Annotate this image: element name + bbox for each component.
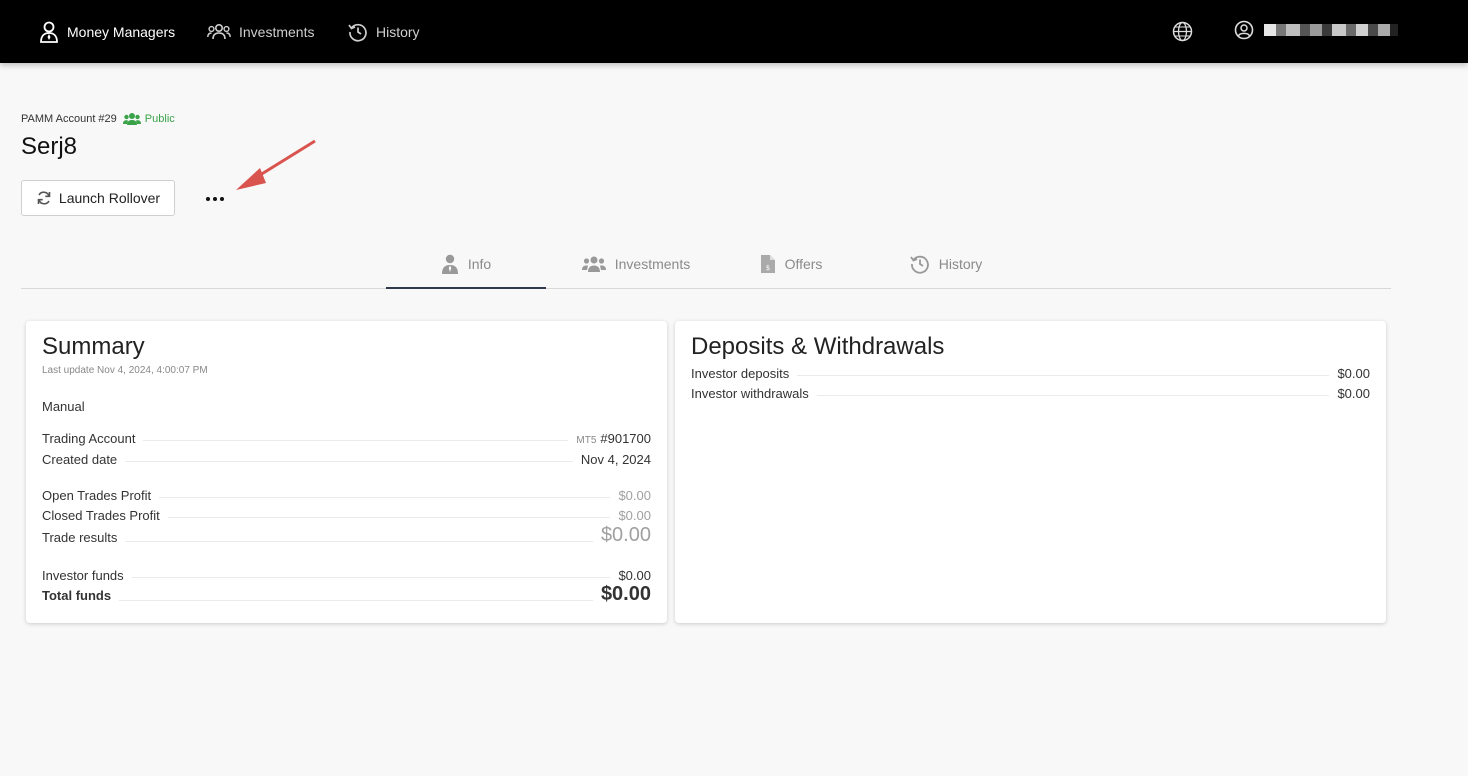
investor-withdrawals-row: Investor withdrawals $0.00 bbox=[691, 386, 1370, 401]
investor-funds-value: $0.00 bbox=[618, 568, 651, 583]
launch-rollover-label: Launch Rollover bbox=[58, 190, 161, 206]
trade-results-value: $0.00 bbox=[600, 524, 651, 546]
document-dollar-icon: $ bbox=[760, 255, 775, 273]
investor-deposits-label: Investor deposits bbox=[691, 366, 790, 381]
users-icon bbox=[581, 256, 606, 272]
history-icon bbox=[348, 23, 367, 42]
more-dot bbox=[206, 197, 210, 201]
investor-withdrawals-label: Investor withdrawals bbox=[691, 386, 809, 401]
open-trades-label: Open Trades Profit bbox=[42, 488, 152, 503]
launch-rollover-button[interactable]: Launch Rollover bbox=[21, 180, 175, 216]
money-manager-icon bbox=[40, 21, 58, 43]
nav-money-managers-label: Money Managers bbox=[67, 23, 176, 40]
public-badge: Public bbox=[122, 112, 175, 126]
nav-history-label: History bbox=[376, 23, 420, 40]
summary-card: Summary Last update Nov 4, 2024, 4:00:07… bbox=[26, 321, 667, 623]
nav-history[interactable]: History bbox=[348, 0, 420, 63]
tab-info[interactable]: Info bbox=[386, 240, 546, 289]
tab-history[interactable]: History bbox=[886, 240, 1006, 288]
account-name: Serj8 bbox=[21, 133, 78, 160]
trade-results-label: Trade results bbox=[42, 530, 118, 545]
trading-account-label: Trading Account bbox=[42, 431, 136, 446]
tab-investments[interactable]: Investments bbox=[561, 240, 711, 288]
tab-offers[interactable]: $ Offers bbox=[736, 240, 846, 288]
trading-account-value: #901700 bbox=[600, 431, 651, 446]
account-tabs: Info Investments $ Offers History bbox=[21, 240, 1391, 289]
users-icon bbox=[122, 113, 141, 125]
user-circle-icon bbox=[1234, 20, 1254, 40]
investor-withdrawals-value: $0.00 bbox=[1337, 386, 1370, 401]
tab-investments-label: Investments bbox=[614, 256, 691, 272]
nav-investments-label: Investments bbox=[239, 23, 315, 40]
total-funds-label: Total funds bbox=[42, 588, 112, 603]
open-trades-row: Open Trades Profit $0.00 bbox=[42, 488, 651, 503]
account-header: PAMM Account #29 Public bbox=[21, 112, 175, 126]
last-update: Last update Nov 4, 2024, 4:00:07 PM bbox=[42, 365, 208, 376]
language-globe-icon[interactable] bbox=[1172, 21, 1193, 47]
tab-offers-label: Offers bbox=[784, 256, 823, 272]
nav-investments[interactable]: Investments bbox=[207, 0, 314, 63]
investor-deposits-value: $0.00 bbox=[1337, 366, 1370, 381]
tab-info-label: Info bbox=[467, 255, 492, 272]
user-menu[interactable] bbox=[1234, 20, 1398, 40]
open-trades-value: $0.00 bbox=[618, 488, 651, 503]
closed-trades-row: Closed Trades Profit $0.00 bbox=[42, 508, 651, 523]
account-label: PAMM Account #29 bbox=[21, 113, 117, 125]
more-options-button[interactable] bbox=[204, 190, 226, 208]
redacted-username bbox=[1264, 24, 1398, 36]
more-dot bbox=[220, 197, 224, 201]
nav-money-managers[interactable]: Money Managers bbox=[39, 0, 175, 63]
investor-deposits-row: Investor deposits $0.00 bbox=[691, 366, 1370, 381]
user-tie-icon bbox=[441, 254, 458, 274]
rollover-mode: Manual bbox=[42, 399, 85, 414]
created-date-value: Nov 4, 2024 bbox=[580, 452, 651, 467]
total-funds-row: Total funds $0.00 bbox=[42, 583, 651, 606]
trade-results-row: Trade results $0.00 bbox=[42, 524, 651, 547]
created-date-label: Created date bbox=[42, 452, 118, 467]
deposits-withdrawals-card: Deposits & Withdrawals Investor deposits… bbox=[675, 321, 1386, 623]
history-icon bbox=[909, 255, 929, 274]
investor-funds-label: Investor funds bbox=[42, 568, 124, 583]
tab-history-label: History bbox=[938, 256, 983, 272]
top-navbar: Money Managers Investments History bbox=[0, 0, 1468, 63]
closed-trades-label: Closed Trades Profit bbox=[42, 508, 160, 523]
trading-account-row: Trading Account MT5 #901700 bbox=[42, 431, 651, 446]
created-date-row: Created date Nov 4, 2024 bbox=[42, 452, 651, 467]
deposits-title: Deposits & Withdrawals bbox=[691, 333, 945, 360]
refresh-icon bbox=[37, 191, 51, 205]
svg-text:$: $ bbox=[765, 264, 769, 272]
platform-tag: MT5 bbox=[576, 435, 597, 446]
investor-funds-row: Investor funds $0.00 bbox=[42, 568, 651, 583]
users-icon bbox=[207, 23, 231, 39]
more-dot bbox=[213, 197, 217, 201]
annotation-arrow bbox=[236, 139, 316, 190]
public-label: Public bbox=[144, 113, 175, 125]
total-funds-value: $0.00 bbox=[600, 583, 651, 605]
summary-title: Summary bbox=[42, 333, 145, 360]
closed-trades-value: $0.00 bbox=[618, 508, 651, 523]
